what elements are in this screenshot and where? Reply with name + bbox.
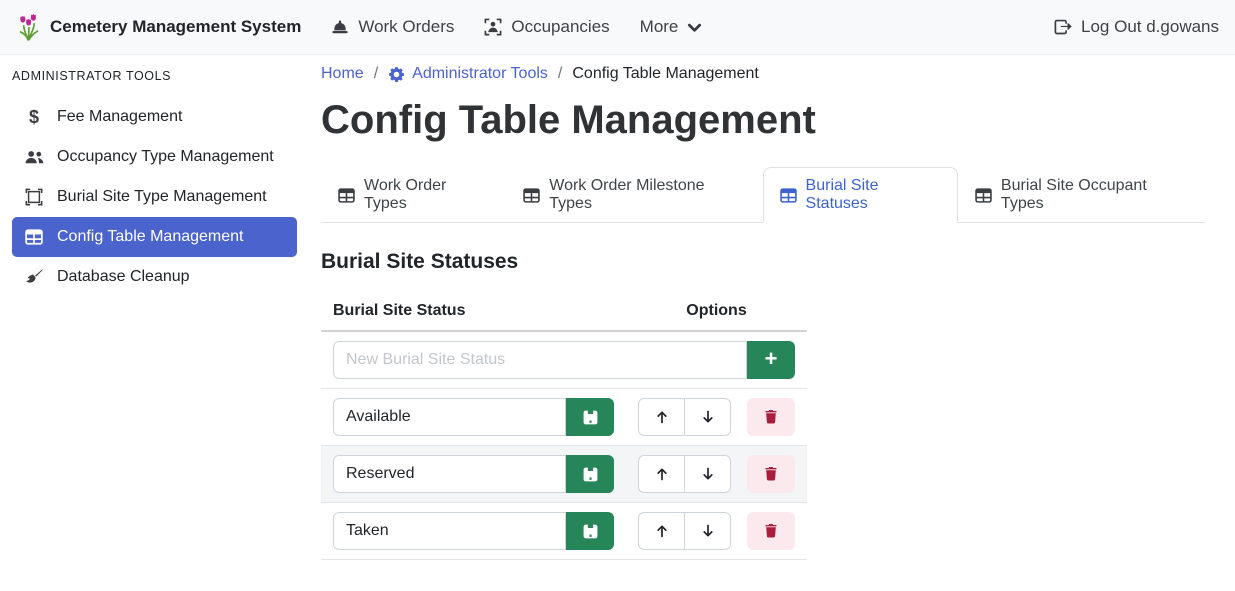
save-button[interactable]: [566, 512, 614, 550]
sidebar-item-database-cleanup[interactable]: Database Cleanup: [12, 257, 297, 297]
person-bounding-box-icon: [484, 18, 502, 36]
nav-item-label: Occupancies: [511, 17, 609, 37]
tab-label: Burial Site Occupant Types: [1001, 177, 1188, 213]
breadcrumb-separator: /: [558, 65, 562, 83]
sidebar-item-label: Fee Management: [57, 108, 182, 126]
save-button[interactable]: [566, 455, 614, 493]
sidebar-item-config-table-management[interactable]: Config Table Management: [12, 217, 297, 257]
sidebar-item-occupancy-type-management[interactable]: Occupancy Type Management: [12, 137, 297, 177]
new-status-input[interactable]: [333, 341, 747, 379]
table-icon: [975, 187, 992, 204]
chevron-down-icon: [687, 20, 702, 35]
breadcrumb-home-link[interactable]: Home: [321, 65, 364, 83]
delete-button[interactable]: [747, 512, 795, 550]
section-heading: Burial Site Statuses: [321, 250, 1205, 274]
tab-work-order-milestone-types[interactable]: Work Order Milestone Types: [506, 167, 762, 223]
nav-item-occupancies[interactable]: Occupancies: [484, 17, 609, 37]
tab-burial-site-statuses[interactable]: Burial Site Statuses: [763, 167, 958, 223]
table-icon: [338, 187, 355, 204]
sidebar-item-label: Config Table Management: [57, 228, 244, 246]
arrow-down-icon: [700, 409, 716, 425]
plus-icon: +: [765, 348, 778, 370]
hard-hat-icon: [331, 18, 349, 36]
tab-work-order-types[interactable]: Work Order Types: [321, 167, 506, 223]
breadcrumb-current: Config Table Management: [572, 65, 759, 83]
logout-button[interactable]: Log Out d.gowans: [1054, 17, 1219, 37]
breadcrumb-label: Home: [321, 65, 364, 83]
nav-item-label: More: [640, 17, 679, 37]
config-tabs: Work Order Types Work Order Milestone Ty…: [321, 167, 1205, 223]
sidebar-item-fee-management[interactable]: $ Fee Management: [12, 97, 297, 137]
main-content: Home / Administrator Tools / Config Tabl…: [321, 55, 1205, 560]
sidebar-item-label: Burial Site Type Management: [57, 188, 267, 206]
breadcrumb: Home / Administrator Tools / Config Tabl…: [321, 55, 1205, 83]
table-row: [321, 503, 807, 560]
breadcrumb-separator: /: [374, 65, 378, 83]
new-status-row: +: [321, 331, 807, 389]
nav-item-label: Work Orders: [358, 17, 454, 37]
tab-burial-site-occupant-types[interactable]: Burial Site Occupant Types: [958, 167, 1205, 223]
dollar-icon: $: [24, 108, 44, 126]
move-up-button[interactable]: [638, 455, 685, 493]
column-header-options: Options: [626, 294, 807, 331]
arrow-up-icon: [654, 466, 670, 482]
app-brand[interactable]: Cemetery Management System: [16, 12, 301, 42]
broom-icon: [24, 268, 44, 286]
save-icon: [582, 466, 599, 483]
arrow-up-icon: [654, 523, 670, 539]
table-row: [321, 389, 807, 446]
move-up-button[interactable]: [638, 398, 685, 436]
trash-icon: [763, 523, 779, 539]
delete-button[interactable]: [747, 398, 795, 436]
status-name-input[interactable]: [333, 398, 566, 436]
reorder-button-group: [638, 455, 731, 493]
nav-item-work-orders[interactable]: Work Orders: [331, 17, 454, 37]
trash-icon: [763, 466, 779, 482]
status-name-input[interactable]: [333, 455, 566, 493]
tab-label: Burial Site Statuses: [806, 177, 941, 213]
move-up-button[interactable]: [638, 512, 685, 550]
table-icon: [523, 187, 540, 204]
table-icon: [24, 228, 44, 246]
tulips-logo-icon: [16, 12, 41, 42]
add-status-button[interactable]: +: [747, 341, 795, 379]
page-title: Config Table Management: [321, 98, 1205, 143]
move-down-button[interactable]: [684, 512, 731, 550]
status-name-input[interactable]: [333, 512, 566, 550]
save-icon: [582, 523, 599, 540]
admin-tools-sidebar: ADMINISTRATOR TOOLS $ Fee Management Occ…: [0, 55, 309, 297]
reorder-button-group: [638, 512, 731, 550]
top-navbar: Cemetery Management System Work Orders O…: [0, 0, 1235, 55]
save-icon: [582, 409, 599, 426]
trash-icon: [763, 409, 779, 425]
arrow-up-icon: [654, 409, 670, 425]
move-down-button[interactable]: [684, 455, 731, 493]
reorder-button-group: [638, 398, 731, 436]
breadcrumb-admin-tools-link[interactable]: Administrator Tools: [388, 65, 548, 83]
move-down-button[interactable]: [684, 398, 731, 436]
sidebar-item-label: Database Cleanup: [57, 268, 190, 286]
nav-item-more[interactable]: More: [640, 17, 703, 37]
arrow-down-icon: [700, 523, 716, 539]
table-icon: [780, 187, 797, 204]
gear-icon: [388, 66, 405, 83]
tab-label: Work Order Milestone Types: [549, 177, 745, 213]
logout-label: Log Out d.gowans: [1081, 17, 1219, 37]
breadcrumb-label: Administrator Tools: [412, 65, 548, 83]
tab-label: Work Order Types: [364, 177, 489, 213]
sidebar-item-label: Occupancy Type Management: [57, 148, 274, 166]
brand-label: Cemetery Management System: [50, 17, 301, 37]
arrow-down-icon: [700, 466, 716, 482]
box-arrow-right-icon: [1054, 18, 1072, 36]
bounding-box-icon: [24, 188, 44, 206]
table-row: [321, 446, 807, 503]
save-button[interactable]: [566, 398, 614, 436]
delete-button[interactable]: [747, 455, 795, 493]
people-icon: [24, 148, 44, 167]
sidebar-item-burial-site-type-management[interactable]: Burial Site Type Management: [12, 177, 297, 217]
column-header-status: Burial Site Status: [321, 294, 626, 331]
sidebar-heading: ADMINISTRATOR TOOLS: [12, 65, 297, 97]
burial-site-status-table: Burial Site Status Options +: [321, 294, 807, 560]
